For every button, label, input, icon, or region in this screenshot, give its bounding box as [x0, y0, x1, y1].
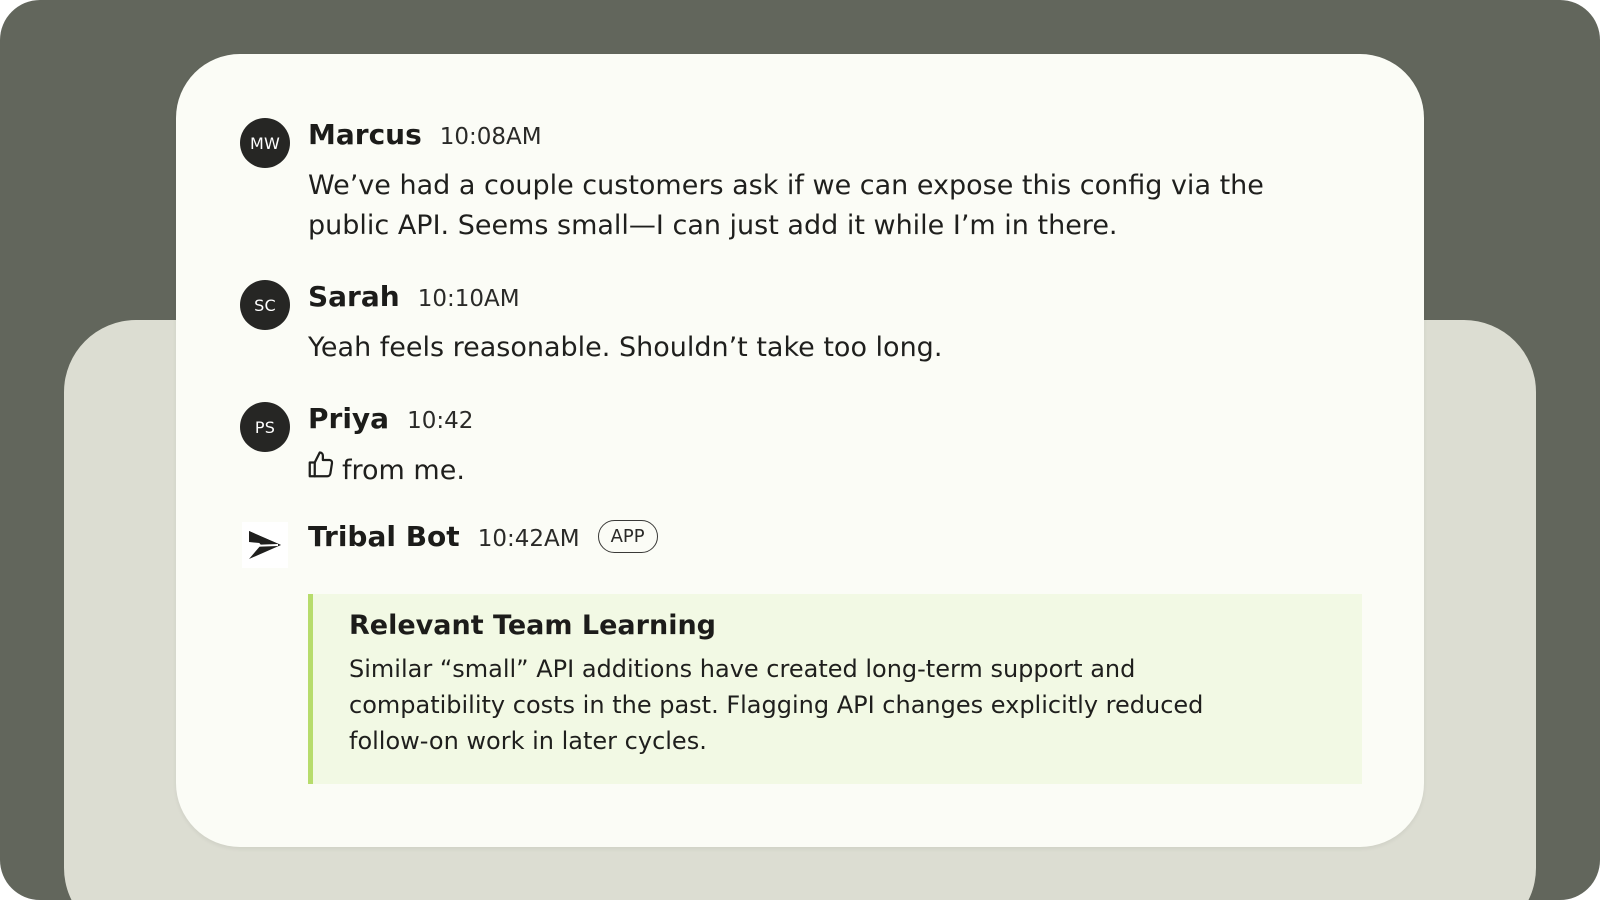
message-timestamp[interactable]: 10:10AM: [418, 286, 520, 312]
learning-line: compatibility costs in the past. Flaggin…: [349, 691, 1204, 719]
avatar-marcus[interactable]: MW: [240, 118, 290, 168]
chat-thread-card: MW Marcus 10:08AM We’ve had a couple cus…: [176, 54, 1424, 847]
thumbs-up-icon: [306, 450, 342, 492]
tribal-bot-logo-icon[interactable]: [242, 522, 288, 568]
avatar-initials: PS: [254, 417, 276, 437]
message-timestamp[interactable]: 10:42AM: [478, 526, 580, 552]
message-header-marcus: Marcus 10:08AM: [308, 118, 542, 151]
message-line: Yeah feels reasonable. Shouldn’t take to…: [308, 332, 943, 363]
app-frame: MW Marcus 10:08AM We’ve had a couple cus…: [0, 0, 1600, 900]
author-name[interactable]: Tribal Bot: [308, 520, 460, 553]
message-timestamp[interactable]: 10:08AM: [440, 124, 542, 150]
learning-body: Similar “small” API additions have creat…: [349, 651, 1326, 759]
message-timestamp[interactable]: 10:42: [407, 408, 473, 434]
message-text-sarah: Yeah feels reasonable. Shouldn’t take to…: [308, 328, 1358, 368]
author-name[interactable]: Sarah: [308, 280, 400, 313]
author-name[interactable]: Priya: [308, 402, 389, 435]
avatar-sarah[interactable]: SC: [240, 280, 290, 330]
author-name[interactable]: Marcus: [308, 118, 422, 151]
app-badge: APP: [597, 520, 658, 553]
message-header-sarah: Sarah 10:10AM: [308, 280, 520, 313]
learning-callout: Relevant Team Learning Similar “small” A…: [308, 594, 1362, 784]
message-header-bot: Tribal Bot 10:42AM APP: [308, 520, 658, 553]
message-line: We’ve had a couple customers ask if we c…: [308, 170, 1264, 201]
learning-title: Relevant Team Learning: [349, 610, 716, 641]
message-line: from me.: [342, 455, 465, 486]
message-text-marcus: We’ve had a couple customers ask if we c…: [308, 166, 1358, 246]
message-header-priya: Priya 10:42: [308, 402, 473, 435]
learning-line: follow-on work in later cycles.: [349, 727, 707, 755]
message-text-priya: from me.: [306, 450, 1356, 492]
learning-line: Similar “small” API additions have creat…: [349, 655, 1136, 683]
avatar-initials: MW: [249, 133, 281, 153]
message-line: public API. Seems small—I can just add i…: [308, 210, 1118, 241]
avatar-initials: SC: [254, 295, 276, 315]
avatar-priya[interactable]: PS: [240, 402, 290, 452]
